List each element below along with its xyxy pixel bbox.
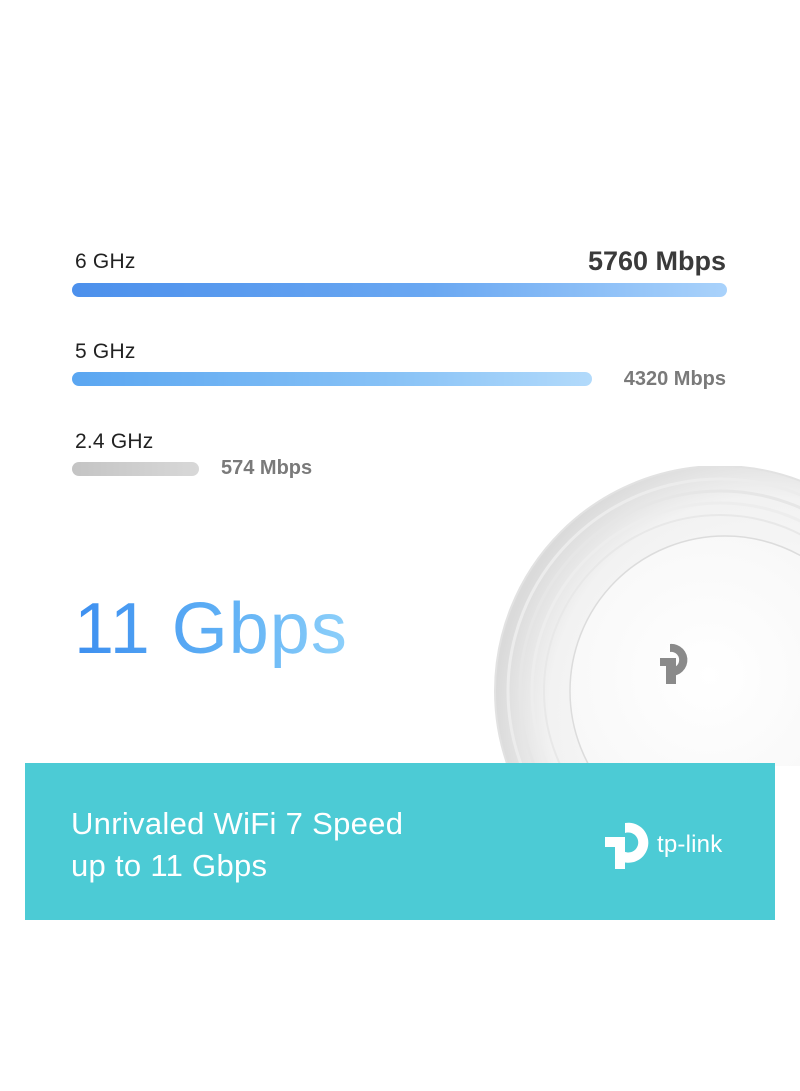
banner-line-2: up to 11 Gbps (71, 848, 268, 883)
speed-value-5ghz: 4320 Mbps (623, 368, 726, 390)
band-label-5ghz: 5 GHz (75, 340, 136, 363)
headline-total-speed: 11 Gbps (74, 589, 348, 669)
speed-bar-6ghz (72, 283, 727, 297)
band-label-6ghz: 6 GHz (75, 250, 136, 273)
router-illustration (494, 466, 800, 766)
speed-bar-24ghz (72, 462, 199, 476)
promo-banner: Unrivaled WiFi 7 Speed up to 11 Gbps tp-… (25, 763, 775, 920)
brand-logo: tp-link (603, 821, 763, 871)
banner-line-1: Unrivaled WiFi 7 Speed (71, 806, 404, 841)
brand-name: tp-link (657, 831, 723, 858)
speed-value-6ghz: 5760 Mbps (587, 246, 726, 276)
band-label-24ghz: 2.4 GHz (75, 430, 154, 453)
speed-bar-5ghz (72, 372, 592, 386)
speed-value-24ghz: 574 Mbps (221, 457, 313, 479)
tp-link-logo-icon (605, 822, 649, 869)
router-device-image (470, 466, 800, 766)
banner-tagline: Unrivaled WiFi 7 Speed up to 11 Gbps (71, 803, 403, 887)
